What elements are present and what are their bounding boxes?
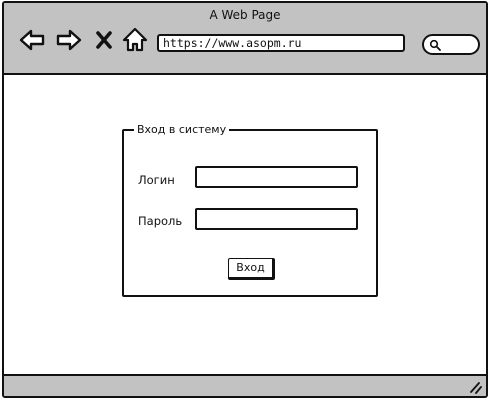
arrow-right-icon <box>56 29 82 51</box>
search-icon <box>429 39 441 51</box>
home-icon <box>122 27 148 52</box>
login-button[interactable]: Вход <box>228 258 275 280</box>
window-title: A Web Page <box>209 8 281 22</box>
address-bar[interactable]: https://www.asopm.ru <box>157 34 405 52</box>
browser-toolbar: A Web Page https://www.asopm.ru <box>4 3 486 75</box>
password-label: Пароль <box>138 214 183 228</box>
close-icon <box>96 31 112 49</box>
forward-button[interactable] <box>55 26 83 54</box>
login-fieldset-legend: Вход в систему <box>134 122 230 138</box>
password-input[interactable] <box>195 208 358 230</box>
search-box[interactable] <box>422 34 480 55</box>
back-button[interactable] <box>18 26 46 54</box>
stop-button[interactable] <box>93 26 115 54</box>
arrow-left-icon <box>19 29 45 51</box>
home-button[interactable] <box>121 26 149 54</box>
resize-grip-icon[interactable] <box>468 380 482 394</box>
status-bar <box>4 374 486 396</box>
login-label: Логин <box>138 173 175 187</box>
login-input[interactable] <box>195 166 358 188</box>
